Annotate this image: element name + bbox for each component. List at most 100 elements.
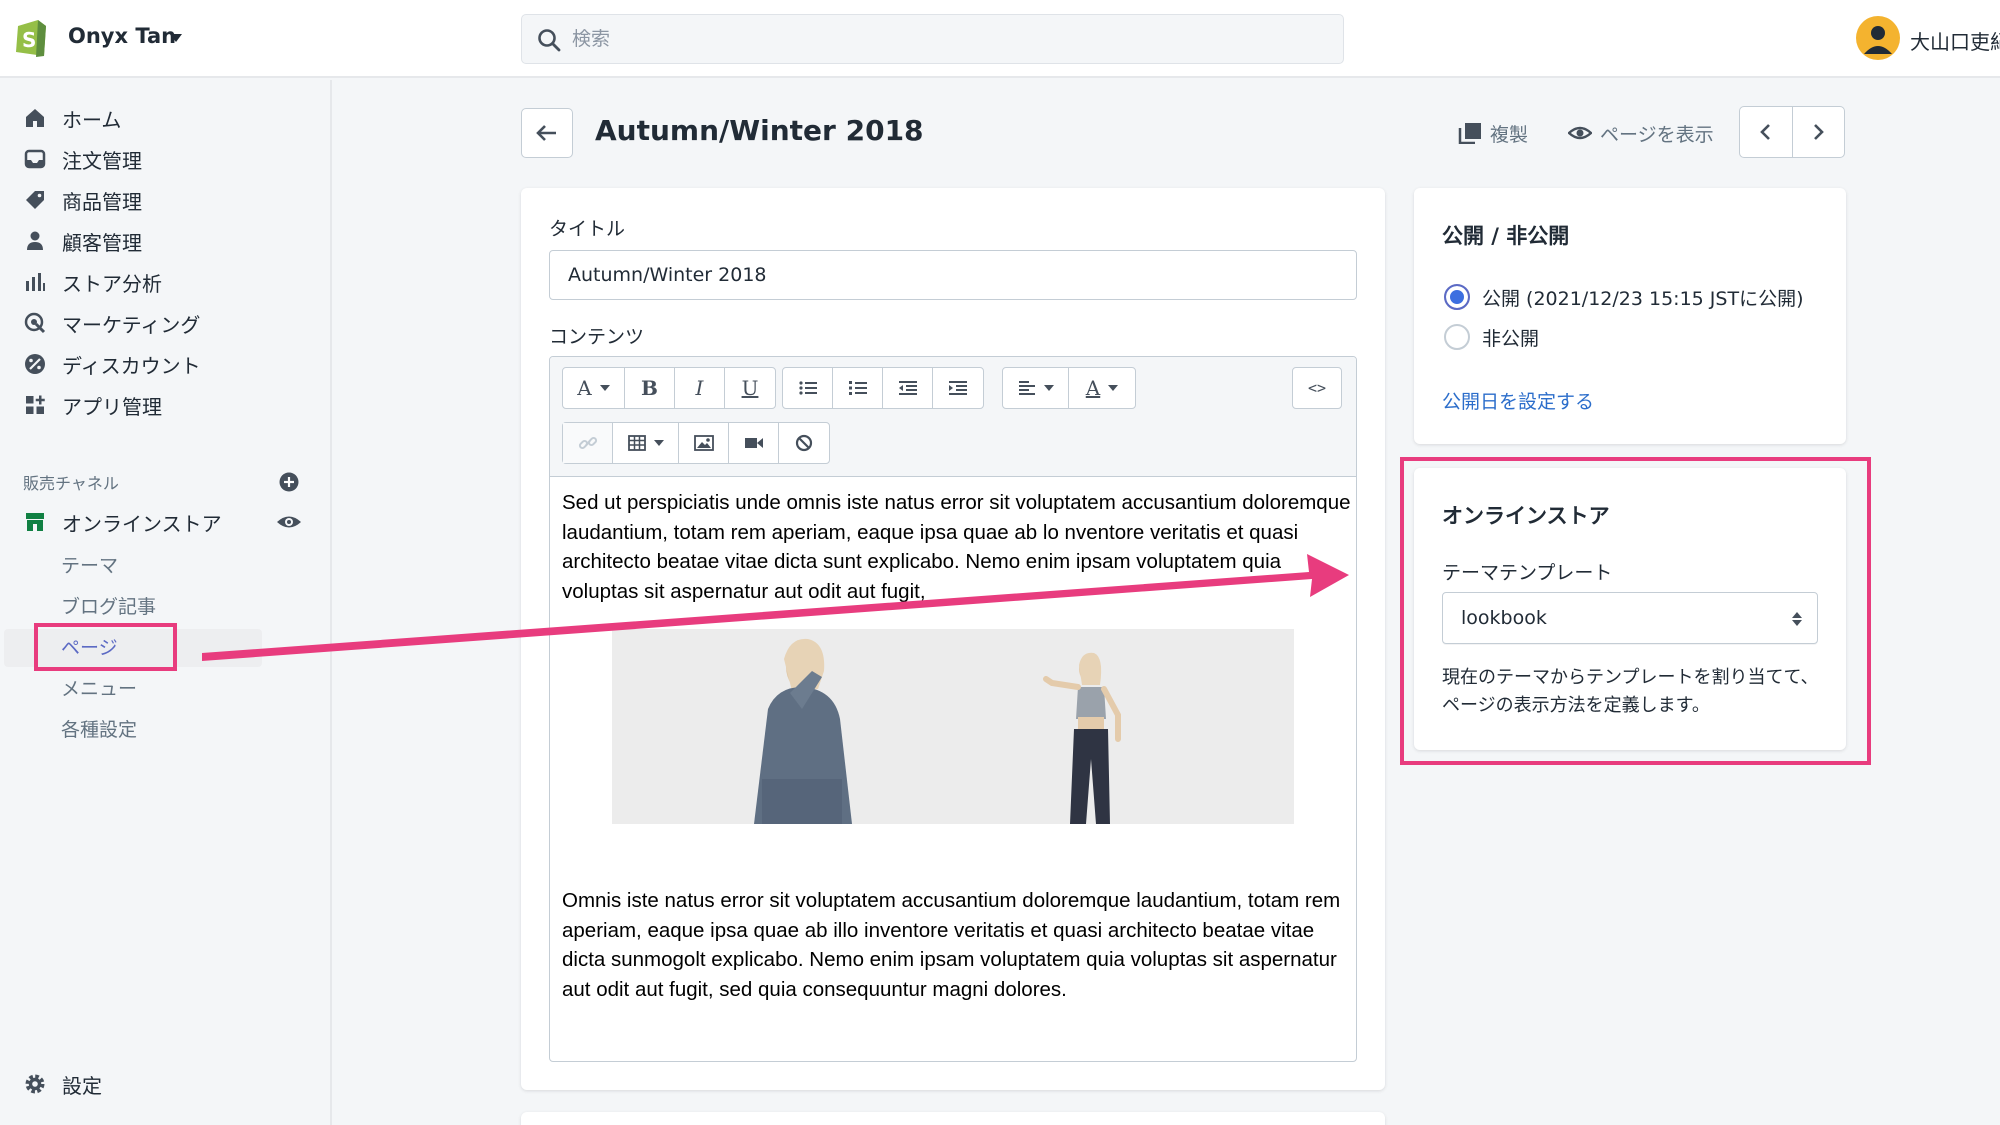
- sidebar-item-online-store[interactable]: オンラインストア: [22, 504, 222, 540]
- eye-icon[interactable]: [276, 511, 302, 533]
- content-label: コンテンツ: [549, 326, 645, 348]
- bullet-list-button[interactable]: [783, 368, 833, 408]
- link-icon: [578, 436, 597, 450]
- dropdown-caret-icon: [1043, 385, 1054, 391]
- sales-channels-label: 販売チャネル: [23, 474, 119, 493]
- sidebar-item-orders[interactable]: 注文管理: [22, 141, 142, 177]
- insert-group: [562, 422, 830, 464]
- text-color-icon: A: [1085, 376, 1101, 400]
- insert-video-button[interactable]: [729, 423, 779, 463]
- visibility-title: 公開 / 非公開: [1442, 224, 1570, 248]
- duplicate-button[interactable]: 複製: [1458, 118, 1528, 148]
- sidebar-item-label: 商品管理: [62, 189, 142, 214]
- text-color-button[interactable]: A: [1069, 368, 1135, 408]
- underline-icon: U: [741, 376, 759, 400]
- indent-icon: [949, 381, 967, 395]
- sidebar-item-marketing[interactable]: マーケティング: [22, 305, 200, 341]
- sidebar-subitem-navigation[interactable]: メニュー: [61, 670, 137, 704]
- set-publish-date-link[interactable]: 公開日を設定する: [1442, 387, 1594, 414]
- lookbook-image[interactable]: [612, 629, 1294, 824]
- italic-button[interactable]: I: [675, 368, 725, 408]
- user-name[interactable]: 大山口吏紀: [1910, 26, 2000, 55]
- apps-icon: [22, 392, 48, 418]
- search-icon: [538, 29, 561, 52]
- next-card-edge: [521, 1112, 1385, 1125]
- duplicate-label: 複製: [1490, 123, 1529, 146]
- target-icon: [22, 310, 48, 336]
- previous-page-button[interactable]: [1740, 107, 1793, 157]
- sidebar-subitem-preferences[interactable]: 各種設定: [61, 711, 137, 745]
- view-page-button[interactable]: ページを表示: [1568, 118, 1714, 148]
- back-button[interactable]: [521, 108, 573, 158]
- content-paragraph: Sed ut perspiciatis unde omnis iste natu…: [562, 491, 1351, 603]
- tag-icon: [22, 187, 48, 213]
- align-button[interactable]: [1003, 368, 1069, 408]
- align-left-icon: [1018, 381, 1035, 395]
- sidebar-item-settings[interactable]: 設定: [22, 1066, 102, 1102]
- hidden-radio[interactable]: [1444, 324, 1470, 350]
- html-group: <>: [1292, 367, 1342, 409]
- discount-icon: [22, 351, 48, 377]
- sidebar-item-label: 設定: [62, 1073, 102, 1098]
- hidden-label[interactable]: 非公開: [1482, 324, 1539, 351]
- title-input[interactable]: Autumn/Winter 2018: [549, 250, 1357, 300]
- gear-icon: [22, 1071, 48, 1097]
- italic-icon: I: [695, 376, 704, 400]
- shopify-logo-icon[interactable]: S: [12, 16, 50, 58]
- clear-formatting-button[interactable]: [779, 423, 829, 463]
- next-page-button[interactable]: [1793, 107, 1845, 157]
- eye-icon: [1568, 126, 1592, 140]
- store-switcher-caret-icon[interactable]: [170, 34, 182, 42]
- bold-icon: B: [641, 376, 658, 400]
- user-avatar-icon: [1864, 26, 1892, 54]
- sidebar-item-label: ディスカウント: [62, 353, 201, 378]
- code-icon: <>: [1307, 379, 1327, 397]
- view-page-label: ページを表示: [1600, 123, 1714, 146]
- title-label: タイトル: [549, 218, 626, 240]
- underline-button[interactable]: U: [725, 368, 775, 408]
- inbox-icon: [22, 146, 48, 172]
- store-name[interactable]: Onyx Tan: [68, 24, 176, 48]
- text-style-button[interactable]: A: [563, 368, 625, 408]
- outdent-button[interactable]: [883, 368, 933, 408]
- sidebar-item-customers[interactable]: 顧客管理: [22, 223, 142, 259]
- store-icon: [22, 509, 48, 535]
- chevron-right-icon: [1814, 124, 1825, 140]
- numbered-list-button[interactable]: [833, 368, 883, 408]
- add-channel-icon[interactable]: [278, 471, 300, 493]
- published-radio[interactable]: [1444, 284, 1470, 310]
- sidebar-item-apps[interactable]: アプリ管理: [22, 387, 162, 423]
- sidebar-item-label: オンラインストア: [62, 511, 222, 536]
- show-html-button[interactable]: <>: [1293, 368, 1341, 408]
- page-content-card: タイトル Autumn/Winter 2018 コンテンツ A B I U A …: [521, 188, 1385, 1090]
- table-icon: [627, 435, 646, 451]
- insert-image-button[interactable]: [679, 423, 729, 463]
- sidebar-item-discounts[interactable]: ディスカウント: [22, 346, 201, 382]
- avatar[interactable]: [1856, 16, 1900, 60]
- text-format-group: A B I U: [562, 367, 776, 409]
- sidebar-item-analytics[interactable]: ストア分析: [22, 264, 162, 300]
- sidebar-item-label: 顧客管理: [62, 230, 142, 255]
- rich-text-editor[interactable]: A B I U A <> Sed ut perspiciatis unde om…: [549, 356, 1357, 1062]
- text-style-icon: A: [577, 376, 592, 400]
- search-input[interactable]: [572, 23, 1272, 55]
- clear-formatting-icon: [795, 434, 813, 452]
- published-label[interactable]: 公開 (2021/12/23 15:15 JSTに公開): [1482, 284, 1803, 311]
- insert-table-button[interactable]: [613, 423, 679, 463]
- sidebar-subitem-themes[interactable]: テーマ: [61, 547, 118, 581]
- numbered-list-icon: [848, 381, 867, 395]
- sidebar-item-home[interactable]: ホーム: [22, 100, 121, 136]
- sidebar-item-products[interactable]: 商品管理: [22, 182, 142, 218]
- outdent-icon: [898, 381, 917, 395]
- editor-content[interactable]: Sed ut perspiciatis unde omnis iste natu…: [550, 478, 1356, 1061]
- indent-button[interactable]: [933, 368, 983, 408]
- sidebar-subitem-blog-posts[interactable]: ブログ記事: [61, 588, 156, 622]
- sidebar-item-label: 注文管理: [62, 148, 142, 173]
- insert-link-button[interactable]: [563, 423, 613, 463]
- bold-button[interactable]: B: [625, 368, 675, 408]
- content-paragraph: Omnis iste natus error sit voluptatem ac…: [562, 889, 1341, 1001]
- search-bar[interactable]: [521, 14, 1344, 64]
- video-icon: [744, 438, 763, 448]
- sidebar-item-label: マーケティング: [62, 312, 201, 337]
- dropdown-caret-icon: [1108, 385, 1119, 391]
